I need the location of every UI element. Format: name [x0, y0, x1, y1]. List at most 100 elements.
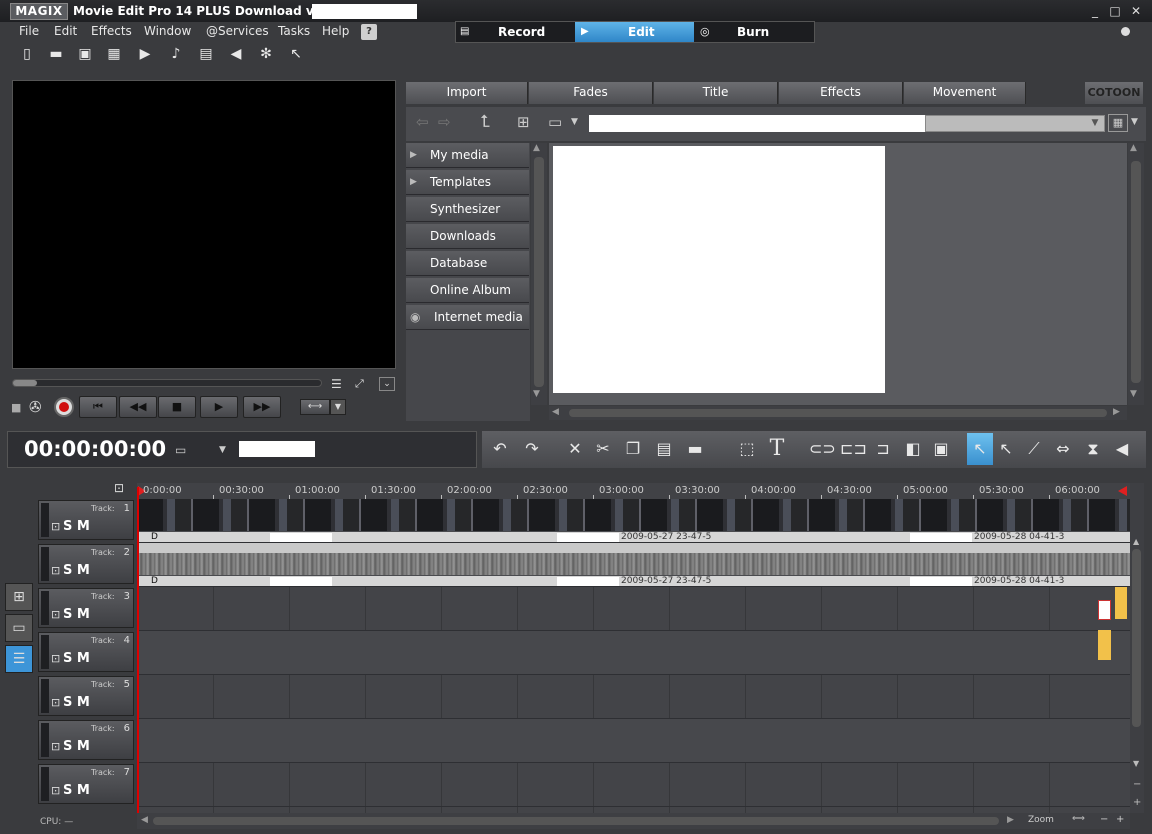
- nav-synthesizer[interactable]: Synthesizer: [406, 197, 529, 222]
- lock-icon[interactable]: ■: [11, 401, 21, 414]
- maximize-button[interactable]: □: [1106, 3, 1124, 19]
- view-mode-icon[interactable]: ▦: [1108, 114, 1128, 132]
- track-lock-icon[interactable]: ⊡: [51, 520, 60, 533]
- undo-icon[interactable]: ↶: [488, 437, 512, 461]
- folder-tree-icon[interactable]: ⊞: [517, 113, 530, 131]
- track-header-4[interactable]: Track: 4 ⊡ S M: [38, 632, 134, 672]
- track-lock-icon[interactable]: ⊡: [51, 696, 60, 709]
- marker-flag-icon[interactable]: ◧: [901, 437, 925, 461]
- cut-icon[interactable]: ✂: [591, 437, 615, 461]
- mode-record[interactable]: ▤ Record: [456, 22, 574, 42]
- zoom-fit-icon[interactable]: ⟺: [1072, 814, 1085, 824]
- effect-object[interactable]: [1098, 630, 1111, 660]
- curve-mode-icon[interactable]: ⟋: [1022, 437, 1046, 461]
- loop-dropdown[interactable]: ▼: [330, 399, 346, 415]
- scene-mode-icon[interactable]: ▭: [5, 614, 33, 642]
- track-row-1[interactable]: D 2009-05-27 23-47-5 2009-05-28 04-41-3: [137, 499, 1130, 543]
- crop-icon[interactable]: ⬚: [735, 437, 759, 461]
- zoom-label[interactable]: Zoom: [1028, 815, 1054, 825]
- capture-icon[interactable]: ▦: [103, 43, 125, 65]
- settings-icon[interactable]: ✻: [255, 43, 277, 65]
- collapse-icon[interactable]: ⌄: [379, 377, 395, 391]
- tab-movement[interactable]: Movement: [904, 82, 1026, 104]
- save-icon[interactable]: ▣: [74, 43, 96, 65]
- computer-dropdown-icon[interactable]: ▼: [571, 117, 578, 127]
- stop-button[interactable]: ■: [158, 396, 196, 418]
- menu-lines-icon[interactable]: ☰: [331, 377, 347, 391]
- minimize-button[interactable]: _: [1086, 3, 1104, 19]
- up-folder-icon[interactable]: ⮤: [480, 112, 490, 132]
- preview-position-slider[interactable]: [12, 379, 322, 387]
- marker-name-field[interactable]: [239, 441, 315, 457]
- video-clips[interactable]: [137, 499, 1130, 531]
- menu-services[interactable]: @Services: [206, 24, 269, 38]
- marker-icon[interactable]: ▭: [175, 443, 186, 457]
- solo-mute-buttons[interactable]: S M: [63, 739, 90, 754]
- cotoon-brand-tab[interactable]: COTOON: [1085, 82, 1143, 104]
- computer-icon[interactable]: ▭: [548, 113, 562, 131]
- timeline-horizontal-scrollbar[interactable]: ◀ ▶: [137, 813, 1130, 829]
- nav-online-album[interactable]: Online Album: [406, 278, 529, 303]
- end-marker-icon[interactable]: [1118, 486, 1127, 496]
- mixer-icon[interactable]: ▤: [195, 43, 217, 65]
- nav-database[interactable]: Database: [406, 251, 529, 276]
- track-row-5[interactable]: [137, 675, 1130, 719]
- insert-icon[interactable]: ▬: [683, 437, 707, 461]
- open-icon[interactable]: ▬: [45, 43, 67, 65]
- paste-icon[interactable]: ▤: [652, 437, 676, 461]
- back-arrow-icon[interactable]: ⇦: [416, 113, 429, 131]
- context-help-icon[interactable]: ↖: [285, 43, 307, 65]
- zoom-in-icon[interactable]: +: [1116, 814, 1124, 825]
- lock-ruler-icon[interactable]: ⊡: [114, 481, 124, 495]
- track-header-1[interactable]: Track: 1 ⊡ S M: [38, 500, 134, 540]
- timeline-vertical-scrollbar[interactable]: ▲ ▼ − +: [1130, 483, 1144, 813]
- fast-forward-button[interactable]: ▶▶: [243, 396, 281, 418]
- track-lock-icon[interactable]: ⊡: [51, 608, 60, 621]
- mouse-mode-single-icon[interactable]: ↖: [967, 433, 993, 465]
- menu-help[interactable]: Help: [322, 24, 349, 38]
- slider-thumb[interactable]: [13, 380, 37, 386]
- track-row-7[interactable]: [137, 763, 1130, 807]
- tab-import[interactable]: Import: [406, 82, 528, 104]
- track-lock-icon[interactable]: ⊡: [51, 564, 60, 577]
- copy-icon[interactable]: ❐: [621, 437, 645, 461]
- nav-downloads[interactable]: Downloads: [406, 224, 529, 249]
- effect-object[interactable]: [1115, 587, 1127, 619]
- path-dropdown-icon[interactable]: ▼: [1086, 116, 1104, 131]
- menu-effects[interactable]: Effects: [91, 24, 132, 38]
- audio-handle-bar[interactable]: [137, 543, 1130, 553]
- audio-icon[interactable]: ♪: [165, 43, 187, 65]
- file-preview-area[interactable]: [553, 146, 885, 393]
- marker-dropdown-icon[interactable]: ▼: [219, 445, 226, 455]
- redo-icon[interactable]: ↷: [520, 437, 544, 461]
- solo-mute-buttons[interactable]: S M: [63, 651, 90, 666]
- solo-mute-buttons[interactable]: S M: [63, 695, 90, 710]
- menu-edit[interactable]: Edit: [54, 24, 77, 38]
- delete-icon[interactable]: ✕: [563, 437, 587, 461]
- nav-templates[interactable]: ▶ Templates: [406, 170, 529, 195]
- browser-vertical-scrollbar[interactable]: ▲ ▼: [1128, 143, 1144, 405]
- mute-mode-icon[interactable]: ◀: [1110, 437, 1134, 461]
- close-button[interactable]: ✕: [1127, 3, 1145, 19]
- trim-mode-icon[interactable]: ⧗: [1081, 437, 1105, 461]
- fullscreen-icon[interactable]: ⤢: [355, 377, 371, 391]
- playhead[interactable]: [137, 487, 139, 813]
- track-header-2[interactable]: Track: 2 ⊡ S M: [38, 544, 134, 584]
- render-icon[interactable]: ▶: [134, 43, 156, 65]
- path-input[interactable]: [589, 115, 925, 132]
- browser-horizontal-scrollbar[interactable]: ◀ ▶: [549, 406, 1127, 420]
- menu-file[interactable]: File: [19, 24, 39, 38]
- rewind-button[interactable]: ◀◀: [119, 396, 157, 418]
- text-title-icon[interactable]: T: [765, 437, 789, 461]
- solo-mute-buttons[interactable]: S M: [63, 519, 90, 534]
- track-header-6[interactable]: Track: 6 ⊡ S M: [38, 720, 134, 760]
- solo-mute-buttons[interactable]: S M: [63, 563, 90, 578]
- track-header-7[interactable]: Track: 7 ⊡ S M: [38, 764, 134, 804]
- unlink-icon[interactable]: ⊏⊐: [840, 437, 867, 461]
- tab-effects[interactable]: Effects: [779, 82, 903, 104]
- title-object[interactable]: [1098, 600, 1111, 620]
- tab-title[interactable]: Title: [654, 82, 778, 104]
- track-row-6[interactable]: [137, 719, 1130, 763]
- tab-fades[interactable]: Fades: [529, 82, 653, 104]
- audio-waveform[interactable]: [137, 553, 1130, 575]
